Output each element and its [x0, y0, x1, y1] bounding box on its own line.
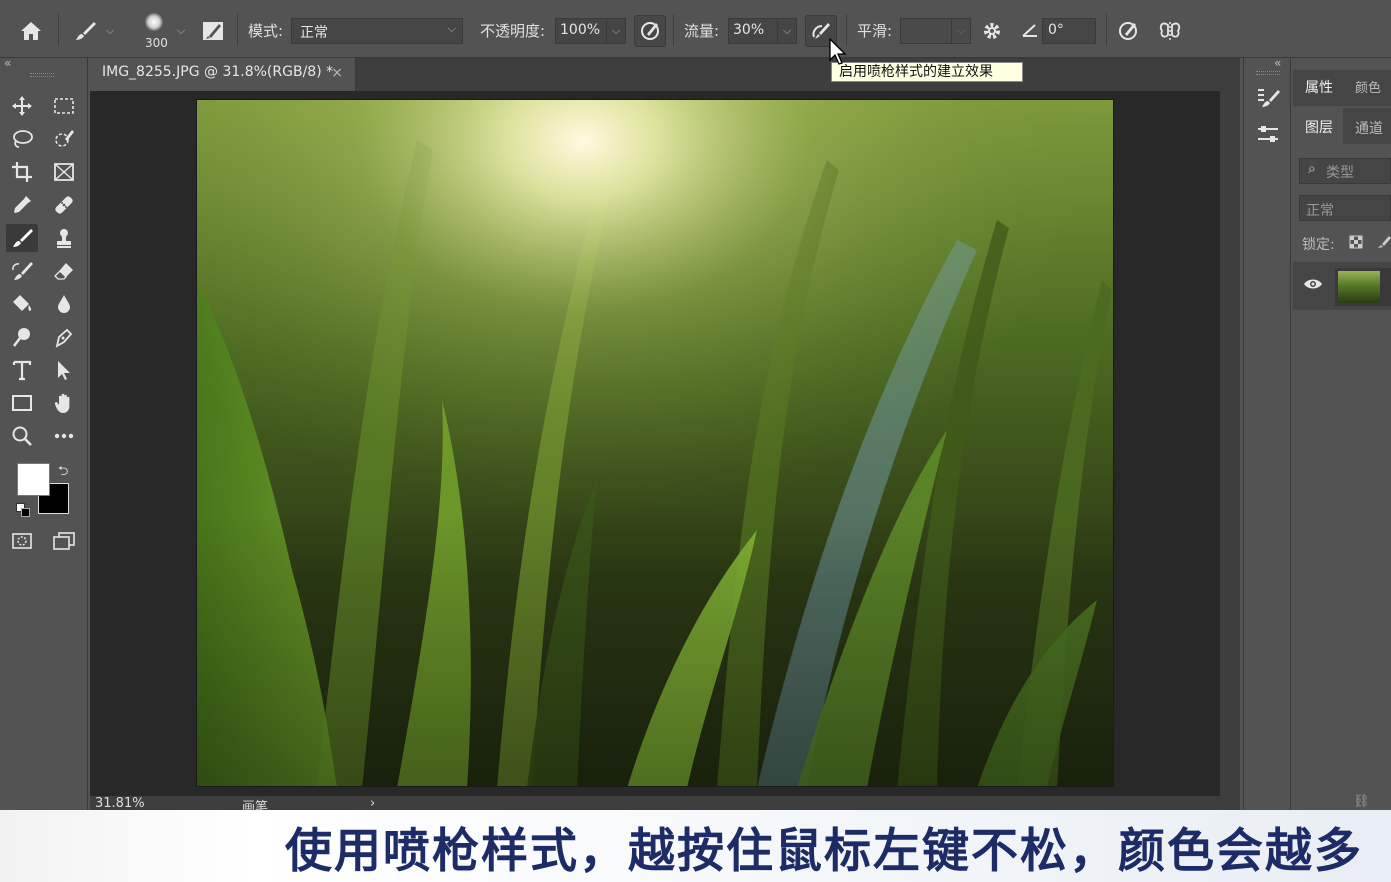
flow-input[interactable]: 30% — [728, 18, 778, 44]
document-image[interactable] — [196, 99, 1114, 787]
brush-size-label: 300 — [145, 36, 168, 50]
crop-tool-icon[interactable] — [6, 158, 38, 186]
collapse-panel-icon[interactable]: « — [1274, 56, 1281, 70]
smoothing-input[interactable] — [900, 18, 952, 44]
panel-grip[interactable] — [30, 73, 54, 77]
brush-settings-icon[interactable] — [198, 16, 228, 46]
photoshop-window: ⌵ 300 ⌵ 模式: 正常 ⌵ 不透明度: 100% ⌵ 流量: 30% ⌵ … — [0, 0, 1391, 882]
zoom-level[interactable]: 31.81% — [95, 796, 145, 811]
tools-panel: « ⮌ — [0, 56, 88, 810]
swap-colors-icon[interactable]: ⮌ — [58, 462, 68, 484]
chevron-down-icon: ⌵ — [447, 22, 456, 35]
lock-transparent-pixels-icon[interactable] — [1349, 234, 1363, 249]
frame-tool-icon[interactable] — [48, 158, 80, 186]
vertical-scrollbar[interactable] — [1220, 91, 1240, 796]
visibility-eye-icon[interactable] — [1303, 276, 1323, 295]
opacity-label: 不透明度: — [480, 22, 546, 40]
move-tool-icon[interactable] — [6, 92, 38, 120]
status-bar: 31.81% 画笔 › — [90, 796, 1240, 815]
layer-row[interactable] — [1293, 262, 1391, 310]
eraser-tool-icon[interactable] — [48, 257, 80, 285]
separator — [673, 14, 674, 46]
link-layers-icon[interactable]: ⛓ — [1353, 794, 1370, 809]
status-menu-arrow[interactable]: › — [370, 796, 375, 811]
mode-select[interactable]: 正常 ⌵ — [291, 18, 463, 44]
airbrush-tooltip: 启用喷枪样式的建立效果 — [831, 62, 1023, 82]
opacity-input[interactable]: 100% — [555, 18, 607, 44]
quick-selection-tool-icon[interactable] — [48, 125, 80, 153]
smoothing-label: 平滑: — [857, 22, 893, 40]
opacity-dropdown[interactable]: ⌵ — [606, 18, 626, 44]
video-subtitle: 使用喷枪样式，越按住鼠标左键不松，颜色会越多 — [0, 810, 1391, 882]
brush-tool-icon[interactable] — [6, 224, 38, 252]
home-icon[interactable] — [14, 16, 48, 46]
angle-input[interactable]: 0° — [1042, 18, 1096, 44]
layer-filter-placeholder: 类型 — [1326, 165, 1354, 181]
collapse-panel-icon[interactable]: « — [4, 56, 11, 70]
quick-mask-icon[interactable] — [6, 527, 38, 555]
flow-label: 流量: — [684, 22, 720, 40]
history-brush-tool-icon[interactable] — [6, 257, 38, 285]
search-icon: ⌕ — [1308, 161, 1316, 177]
layer-filter-input[interactable]: ⌕ 类型 — [1299, 158, 1391, 184]
lasso-tool-icon[interactable] — [6, 125, 38, 153]
paint-bucket-tool-icon[interactable] — [6, 290, 38, 318]
tab-properties[interactable]: 属性 — [1305, 77, 1333, 97]
pressure-size-icon[interactable] — [1112, 15, 1144, 47]
flow-dropdown[interactable]: ⌵ — [777, 18, 797, 44]
document-tab[interactable]: IMG_8255.JPG @ 31.8%(RGB/8) * × — [90, 58, 356, 91]
separator — [1106, 14, 1107, 46]
separator — [58, 14, 59, 46]
chevron-down-icon[interactable]: ⌵ — [173, 22, 189, 40]
tab-color[interactable]: 颜色 — [1355, 77, 1381, 96]
eyedropper-tool-icon[interactable] — [6, 191, 38, 219]
symmetry-icon[interactable] — [1154, 15, 1186, 47]
tab-layers[interactable]: 图层 — [1305, 117, 1333, 137]
brush-tip-preview[interactable] — [138, 10, 170, 34]
rectangle-tool-icon[interactable] — [6, 389, 38, 417]
marquee-tool-icon[interactable] — [48, 92, 80, 120]
healing-brush-tool-icon[interactable] — [48, 191, 80, 219]
gear-icon[interactable] — [976, 15, 1008, 47]
lock-image-pixels-icon[interactable] — [1377, 234, 1391, 248]
clone-stamp-tool-icon[interactable] — [48, 224, 80, 252]
pen-tool-icon[interactable] — [48, 323, 80, 351]
layer-blend-mode-select[interactable]: 正常 — [1299, 195, 1391, 221]
panel-grip[interactable] — [1256, 71, 1280, 75]
close-icon[interactable]: × — [331, 65, 343, 81]
tab-channels[interactable]: 通道 — [1355, 118, 1383, 138]
angle-icon — [1020, 20, 1040, 40]
screen-mode-icon[interactable] — [48, 527, 80, 555]
smoothing-dropdown[interactable]: ⌵ — [951, 18, 971, 44]
zoom-tool-icon[interactable] — [6, 422, 38, 450]
brush-tool-preset-icon[interactable] — [70, 16, 100, 46]
dodge-tool-icon[interactable] — [6, 323, 38, 351]
document-tab-title: IMG_8255.JPG @ 31.8%(RGB/8) * — [102, 64, 334, 80]
mouse-cursor-icon — [829, 37, 847, 70]
subtitle-text: 使用喷枪样式，越按住鼠标左键不松，颜色会越多 — [285, 823, 1363, 879]
brush-presets-icon[interactable] — [1252, 83, 1284, 111]
more-tools-icon[interactable] — [48, 422, 80, 450]
mode-value: 正常 — [300, 25, 328, 41]
blur-tool-icon[interactable] — [48, 290, 80, 318]
type-tool-icon[interactable] — [6, 356, 38, 384]
separator — [237, 14, 238, 46]
default-colors-icon[interactable] — [16, 503, 30, 517]
mode-label: 模式: — [248, 22, 284, 40]
adjustments-icon[interactable] — [1252, 120, 1284, 148]
pressure-opacity-icon[interactable] — [634, 15, 666, 47]
foreground-color-swatch[interactable] — [17, 463, 50, 496]
hand-tool-icon[interactable] — [48, 389, 80, 417]
layer-thumbnail — [1335, 268, 1391, 306]
chevron-down-icon[interactable]: ⌵ — [102, 22, 118, 40]
panel-icon-strip: « — [1243, 56, 1291, 810]
lock-label: 锁定: — [1302, 237, 1335, 253]
document-tab-bar: IMG_8255.JPG @ 31.8%(RGB/8) * × — [90, 58, 1240, 91]
options-bar: ⌵ 300 ⌵ 模式: 正常 ⌵ 不透明度: 100% ⌵ 流量: 30% ⌵ … — [0, 0, 1391, 58]
path-selection-tool-icon[interactable] — [48, 356, 80, 384]
